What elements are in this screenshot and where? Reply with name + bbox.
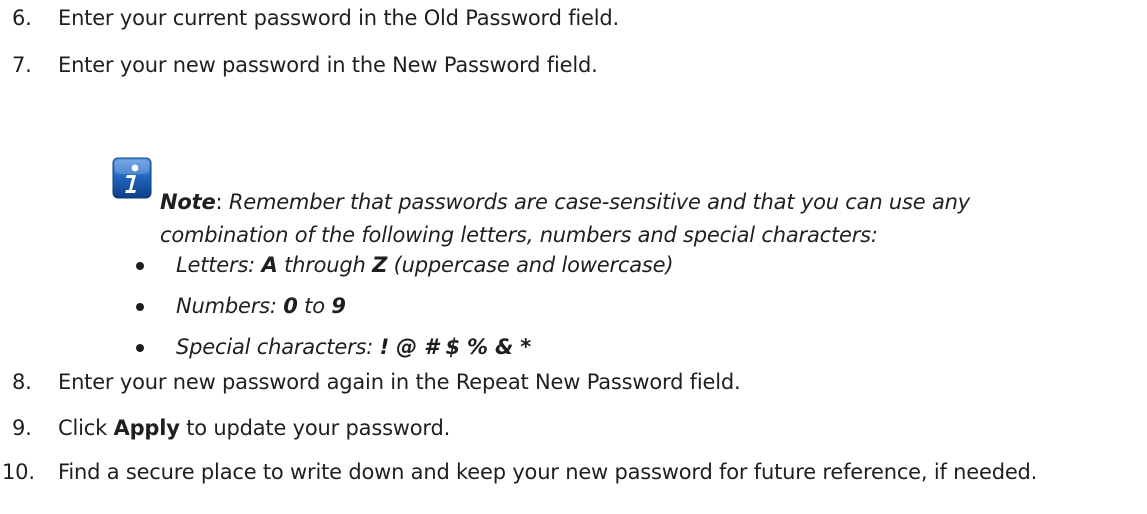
bullet-prefix: Letters:	[176, 253, 262, 277]
step-number: 10.	[2, 460, 35, 484]
list-item: Special characters: ! @ # $ % & *	[136, 332, 673, 373]
note-label: Note	[160, 190, 216, 214]
step-number: 6.	[12, 6, 32, 30]
step-text-before: Click	[58, 416, 114, 440]
bullet-icon	[136, 303, 144, 311]
bullet-bold-a: A	[261, 253, 278, 277]
bullet-mid: through	[277, 253, 373, 277]
bullet-suffix: (uppercase and lowercase)	[387, 253, 674, 277]
step-6: 6. Enter your current password in the Old…	[12, 4, 619, 33]
step-7: 7. Enter your new password in the New Pas…	[12, 51, 598, 80]
bullet-mid: to	[297, 294, 332, 318]
step-text: Enter your new password again in the Rep…	[58, 370, 741, 394]
step-text: Find a secure place to write down and ke…	[58, 460, 1038, 484]
bullet-icon	[136, 262, 144, 270]
step-9: 9. Click Apply to update your password.	[12, 414, 450, 443]
bullet-prefix: Special characters:	[176, 335, 380, 359]
step-number: 7.	[12, 53, 32, 77]
note-separator: :	[215, 190, 229, 214]
character-list: Letters: A through Z (uppercase and lowe…	[136, 250, 674, 373]
list-item: Letters: A through Z (uppercase and lowe…	[136, 250, 674, 291]
step-text: Click Apply to update your password.	[58, 414, 450, 443]
bullet-bold-b: 9	[331, 294, 346, 318]
bullet-prefix: Numbers:	[176, 294, 284, 318]
step-10: 10. Find a secure place to write down and…	[2, 458, 1138, 487]
bullet-bold-b: Z	[372, 253, 388, 277]
step-text: Enter your current password in the Old P…	[58, 6, 620, 30]
step-8: 8. Enter your new password again in the R…	[12, 368, 741, 397]
step-text: Enter your new password in the New Passw…	[58, 53, 598, 77]
info-icon	[112, 157, 152, 199]
step-number: 9.	[12, 416, 32, 440]
step-text-after: to update your password.	[179, 416, 451, 440]
bullet-bold-a: 0	[283, 294, 298, 318]
bullet-icon	[136, 344, 144, 352]
note-block: Note: Remember that passwords are case-s…	[160, 186, 1040, 252]
apply-label: Apply	[113, 416, 180, 440]
note-body: Remember that passwords are case-sensiti…	[160, 190, 970, 247]
list-item: Numbers: 0 to 9	[136, 291, 673, 332]
step-number: 8.	[12, 370, 32, 394]
bullet-bold-a: ! @ # $ % & *	[379, 335, 532, 359]
